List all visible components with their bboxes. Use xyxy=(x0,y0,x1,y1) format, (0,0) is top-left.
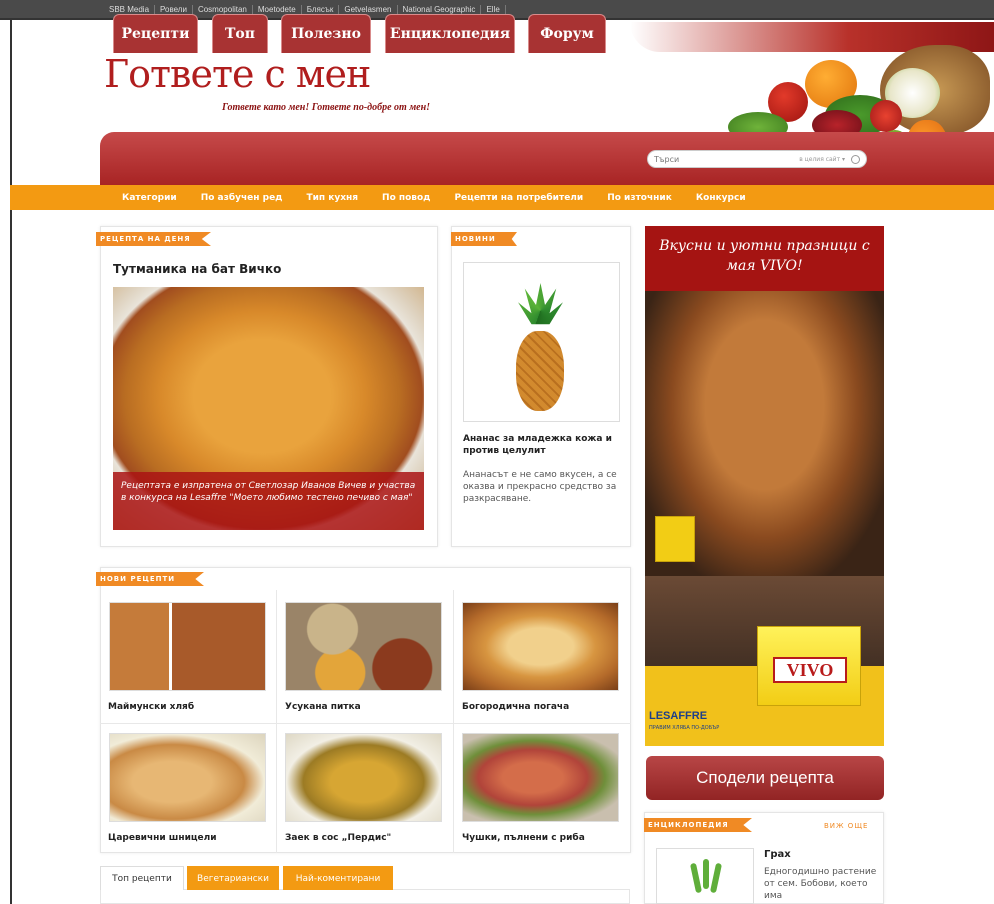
sub-nav: Категории По азбучен ред Тип кухня По по… xyxy=(10,185,994,210)
site-logo[interactable]: Гответе с мен xyxy=(104,52,371,96)
site-tagline: Гответе като мен! Гответе по-добре от ме… xyxy=(222,102,431,113)
grid-divider xyxy=(100,723,631,724)
ad-headline: Вкусни и уютни празници с мая VIVO! xyxy=(645,226,884,291)
recipe-title[interactable]: Царевични шницели xyxy=(108,833,217,843)
pea-pod xyxy=(703,859,709,889)
grid-divider xyxy=(276,590,277,853)
vivo-label: VIVO xyxy=(773,657,847,683)
nav-tab-useful[interactable]: Полезно xyxy=(281,14,371,53)
subnav-item[interactable]: По източник xyxy=(607,193,672,203)
subnav-item[interactable]: Тип кухня xyxy=(306,193,358,203)
recipe-title[interactable]: Маймунски хляб xyxy=(108,702,194,712)
recipe-title[interactable]: Чушки, пълнени с риба xyxy=(462,833,585,843)
recipe-of-day-title[interactable]: Тутманика на бат Вичко xyxy=(113,262,281,276)
network-link[interactable]: Getvelasmen xyxy=(339,4,398,14)
network-link[interactable]: National Geographic xyxy=(398,4,482,14)
recipe-of-day-caption: Рецептата е изпратена от Светлозар Ивано… xyxy=(113,472,424,530)
pineapple-photo[interactable] xyxy=(463,262,620,422)
search-box[interactable]: Търси в целия сайт ▾ xyxy=(647,150,867,168)
network-link[interactable]: Ровели xyxy=(155,4,193,14)
network-link[interactable]: Moetodete xyxy=(253,4,302,14)
recipe-thumb-stuffed-peppers[interactable] xyxy=(462,733,619,822)
new-recipes-ribbon: НОВИ РЕЦЕПТИ xyxy=(96,572,204,586)
encyclopedia-ribbon: ЕНЦИКЛОПЕДИЯ xyxy=(644,818,752,832)
pineapple-leaves xyxy=(518,283,563,325)
news-title[interactable]: Ананас за младежка кожа и против целулит xyxy=(463,433,625,457)
network-link[interactable]: Cosmopolitan xyxy=(193,4,253,14)
nav-tab-forum[interactable]: Форум xyxy=(528,14,606,53)
lesaffre-logo: LESAFFRE xyxy=(649,710,708,722)
nav-tab-recipes[interactable]: Рецепти xyxy=(113,14,198,53)
nav-tab-encyclopedia[interactable]: Енциклопедия xyxy=(385,14,515,53)
search-input[interactable]: Търси xyxy=(654,155,679,164)
recipe-thumb-twisted-bread[interactable] xyxy=(285,602,442,691)
encyclopedia-text: Едногодишно растение от сем. Бобови, кое… xyxy=(764,867,877,901)
grid-divider xyxy=(453,590,454,853)
vivo-advertisement[interactable]: Вкусни и уютни празници с мая VIVO! VIVO… xyxy=(645,226,884,746)
recipe-thumb-rabbit[interactable] xyxy=(285,733,442,822)
tabs-content xyxy=(100,889,630,904)
vivo-small-pack xyxy=(655,516,695,562)
subnav-item[interactable]: По азбучен ред xyxy=(201,193,283,203)
recipe-thumb-pogacha[interactable] xyxy=(462,602,619,691)
subnav-item[interactable]: По повод xyxy=(382,193,430,203)
see-more-link[interactable]: ВИЖ ОЩЕ xyxy=(824,822,868,830)
network-link[interactable]: Elle xyxy=(481,4,506,14)
news-ribbon: НОВИНИ xyxy=(451,232,517,246)
recipe-title[interactable]: Богородична погача xyxy=(462,702,569,712)
recipe-of-day-ribbon: РЕЦЕПТА НА ДЕНЯ xyxy=(96,232,211,246)
tab-most-commented[interactable]: Най-коментирани xyxy=(283,866,393,890)
recipe-title[interactable]: Усукана питка xyxy=(285,702,361,712)
search-scope-select[interactable]: в целия сайт ▾ xyxy=(799,156,845,163)
encyclopedia-title[interactable]: Грах xyxy=(764,849,791,860)
recipe-thumb-corn-schnitzel[interactable] xyxy=(109,733,266,822)
pea-pod xyxy=(689,862,703,894)
network-link[interactable]: Блясък xyxy=(302,4,340,14)
pea-pod xyxy=(709,862,723,894)
tab-top-recipes[interactable]: Топ рецепти xyxy=(100,866,184,890)
subnav-item[interactable]: Рецепти на потребители xyxy=(454,193,583,203)
peas-photo[interactable] xyxy=(656,848,754,904)
search-icon[interactable] xyxy=(851,154,860,164)
network-link[interactable]: SBB Media xyxy=(104,4,156,14)
subnav-item[interactable]: Конкурси xyxy=(696,193,746,203)
tab-vegetarian[interactable]: Вегетариански xyxy=(187,866,279,890)
lesaffre-slogan: ПРАВИМ ХЛЯБА ПО-ДОБЪР xyxy=(649,725,720,731)
recipe-title[interactable]: Заек в сос „Пердис" xyxy=(285,833,391,843)
subnav-item[interactable]: Категории xyxy=(122,193,177,203)
pineapple-fruit xyxy=(516,331,564,411)
recipe-thumb-monkey-bread[interactable] xyxy=(109,602,266,691)
share-recipe-button[interactable]: Сподели рецепта xyxy=(646,756,884,800)
news-text: Ананасът е не само вкусен, а се оказва и… xyxy=(463,470,617,504)
nav-tab-top[interactable]: Топ xyxy=(212,14,268,53)
vivo-pack: VIVO xyxy=(757,626,861,706)
